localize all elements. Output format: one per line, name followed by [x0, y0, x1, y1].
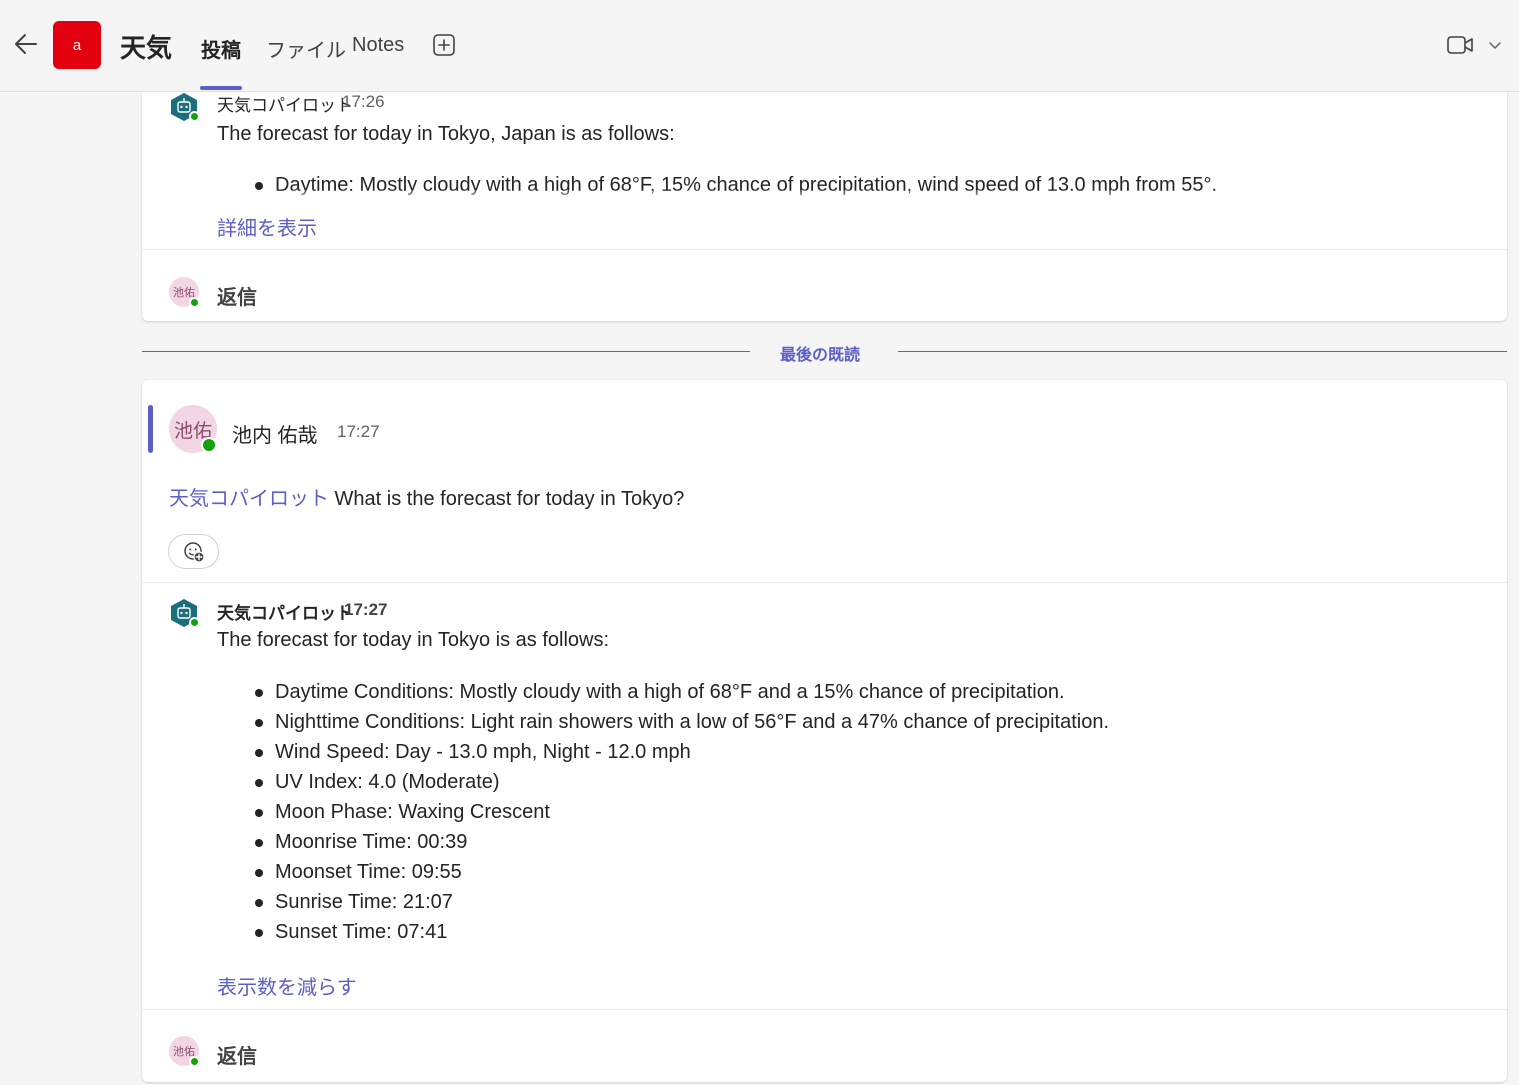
- tab-files[interactable]: ファイル: [266, 34, 346, 63]
- video-camera-icon[interactable]: [1446, 34, 1474, 56]
- list-item: Sunset Time: 07:41: [255, 917, 1109, 947]
- reply-button[interactable]: 返信: [217, 281, 257, 310]
- thread-card: 天気コパイロット 17:26 The forecast for today in…: [142, 70, 1507, 321]
- emoji-add-icon: [183, 541, 205, 563]
- tab-notes[interactable]: Notes: [352, 34, 404, 57]
- channel-title: 天気: [120, 33, 173, 63]
- last-read-line: [898, 351, 1507, 352]
- reply-divider: [142, 1009, 1507, 1010]
- message-intro: The forecast for today in Tokyo is as fo…: [217, 629, 610, 651]
- message-timestamp: 17:27: [344, 600, 388, 619]
- unread-accent-bar: [148, 405, 153, 453]
- list-item: UV Index: 4.0 (Moderate): [255, 767, 1109, 797]
- last-read-line: [142, 351, 750, 352]
- show-less-link[interactable]: 表示数を減らす: [217, 971, 357, 1000]
- presence-available-icon: [189, 111, 200, 122]
- presence-available-icon: [189, 617, 200, 628]
- add-reaction-button[interactable]: [168, 534, 219, 569]
- presence-available-icon: [189, 297, 200, 308]
- message-sender[interactable]: 天気コパイロット: [217, 599, 353, 624]
- chevron-down-icon[interactable]: [1488, 38, 1502, 52]
- list-item: Sunrise Time: 21:07: [255, 887, 1109, 917]
- presence-available-icon: [201, 437, 217, 453]
- forecast-list: Daytime Conditions: Mostly cloudy with a…: [255, 677, 1109, 947]
- list-item: Moonset Time: 09:55: [255, 857, 1109, 887]
- active-tab-indicator: [200, 86, 242, 90]
- list-item: Moonrise Time: 00:39: [255, 827, 1109, 857]
- message-timestamp: 17:27: [337, 422, 380, 441]
- list-item: Wind Speed: Day - 13.0 mph, Night - 12.0…: [255, 737, 1109, 767]
- add-tab-icon[interactable]: [432, 33, 456, 57]
- message-sender[interactable]: 天気コパイロット: [217, 91, 353, 116]
- reply-button[interactable]: 返信: [217, 1040, 257, 1069]
- thread-card: 池佑 池内 佑哉 17:27 天気コパイロット What is the fore…: [142, 380, 1507, 1082]
- channel-header: a 天気 投稿 ファイル Notes: [0, 0, 1519, 92]
- show-more-link[interactable]: 詳細を表示: [217, 212, 317, 241]
- message-intro: The forecast for today in Tokyo, Japan i…: [217, 123, 675, 145]
- list-item: Moon Phase: Waxing Crescent: [255, 797, 1109, 827]
- reply-divider: [142, 582, 1507, 583]
- list-item: Daytime Conditions: Mostly cloudy with a…: [255, 677, 1109, 707]
- question-text: What is the forecast for today in Tokyo?: [329, 488, 685, 510]
- last-read-label: 最後の既読: [780, 347, 861, 364]
- message-timestamp: 17:26: [342, 92, 385, 111]
- tab-posts[interactable]: 投稿: [201, 34, 241, 63]
- back-arrow-icon[interactable]: [12, 30, 40, 58]
- team-avatar[interactable]: a: [53, 21, 101, 69]
- reply-divider: [142, 249, 1507, 250]
- presence-available-icon: [189, 1056, 200, 1067]
- collapsed-fade: [142, 190, 1507, 206]
- message-body: 天気コパイロット What is the forecast for today …: [169, 482, 684, 511]
- mention-link[interactable]: 天気コパイロット: [169, 488, 329, 510]
- message-sender[interactable]: 池内 佑哉: [232, 419, 318, 448]
- list-item: Nighttime Conditions: Light rain showers…: [255, 707, 1109, 737]
